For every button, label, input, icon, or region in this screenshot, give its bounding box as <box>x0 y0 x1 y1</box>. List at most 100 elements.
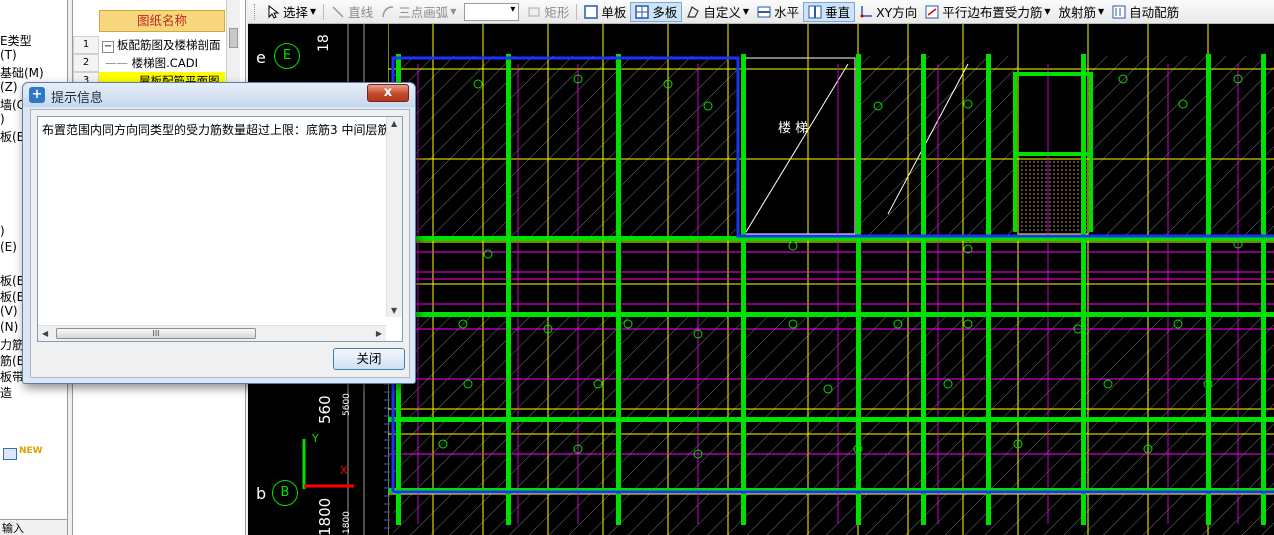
scroll-left-icon[interactable]: ◀ <box>42 329 48 338</box>
rebar-toolbar: 选择▼ 直线 三点画弧▼ 矩形 单板 多板 自定义▼ 水平 垂直 XY方向 平行… <box>248 0 1274 24</box>
toolbar-grip[interactable] <box>254 3 258 20</box>
line-icon <box>331 5 345 19</box>
dialog-titlebar[interactable]: + 提示信息 x <box>23 83 415 107</box>
radial-rebar-label: 放射筋 <box>1058 5 1096 20</box>
beam-green <box>1013 152 1093 156</box>
beam-green <box>616 54 621 525</box>
grid-icon[interactable] <box>3 448 17 460</box>
custom-button[interactable]: 自定义 ▼ <box>682 2 753 22</box>
axis-lower-label: e <box>256 48 266 67</box>
new-badge: NEW <box>19 446 43 456</box>
cursor-icon <box>266 4 280 19</box>
tree-item[interactable]: (E) <box>0 240 17 256</box>
three-point-arc-button[interactable]: 三点画弧 ▼ <box>377 2 460 22</box>
scroll-right-icon[interactable]: ▶ <box>376 329 382 338</box>
input-tab[interactable]: 输入 <box>0 519 67 535</box>
horizontal-scrollbar[interactable]: ◀ III ▶ <box>38 325 386 341</box>
dimension-label: 1800 <box>342 511 352 534</box>
tree-item[interactable]: 造 <box>0 384 12 400</box>
shaft-hatch <box>1017 158 1089 235</box>
tree-item[interactable]: 基础(M) <box>0 64 44 80</box>
message-textarea[interactable]: 布置范围内同方向同类型的受力筋数量超过上限：底筋3 中间层筋 ▲ ▼ ◀ III… <box>37 116 403 342</box>
rectangle-button[interactable]: 矩形 <box>523 2 573 22</box>
slab-hatch <box>1088 56 1274 236</box>
slab-hatch <box>393 494 1274 535</box>
single-slab-button[interactable]: 单板 <box>580 2 630 22</box>
beam-green <box>856 54 861 525</box>
dialog-body: 布置范围内同方向同类型的受力筋数量超过上限：底筋3 中间层筋 ▲ ▼ ◀ III… <box>30 109 410 378</box>
dimension-label: 1800 <box>316 497 334 535</box>
parallel-edge-rebar-button[interactable]: 平行边布置受力筋 ▼ <box>921 2 1054 22</box>
close-button[interactable]: 关闭 <box>333 348 405 370</box>
slab-hatch <box>393 314 1274 494</box>
collapse-icon[interactable]: − <box>102 41 114 53</box>
drawing-name-header[interactable]: 图纸名称 <box>99 10 225 32</box>
parallel-edge-icon <box>925 5 939 19</box>
rectangle-icon <box>527 5 541 19</box>
drawing-name: 板配筋图及楼梯剖面 <box>117 38 221 52</box>
multi-slab-button[interactable]: 多板 <box>630 1 683 22</box>
tree-item[interactable]: (T) <box>0 48 17 64</box>
beam-green <box>388 312 1274 317</box>
line-button[interactable]: 直线 <box>327 2 377 22</box>
tree-item[interactable]: ) <box>0 224 5 240</box>
scroll-thumb[interactable]: III <box>56 328 256 339</box>
tree-item[interactable]: (N) <box>0 320 18 336</box>
dimension-label: 5600 <box>342 393 352 416</box>
beam-green <box>1081 54 1086 525</box>
auto-rebar-icon <box>1112 5 1126 19</box>
ucs-x-label: X <box>340 464 348 477</box>
beam-green <box>1013 72 1017 232</box>
tree-item[interactable]: 板带 <box>0 368 24 384</box>
single-slab-icon <box>584 4 599 19</box>
tree-item[interactable]: E类型 <box>0 32 32 48</box>
tree-item[interactable]: ) <box>0 112 5 128</box>
info-dialog: + 提示信息 x 布置范围内同方向同类型的受力筋数量超过上限：底筋3 中间层筋 … <box>22 82 416 384</box>
beam-green <box>1013 72 1093 76</box>
tree-connector: —— <box>105 56 128 70</box>
toolbar-separator <box>323 3 325 20</box>
scroll-down-icon[interactable]: ▼ <box>391 306 397 315</box>
drawing-row[interactable]: —— 楼梯图.CADI <box>99 54 225 72</box>
info-icon: + <box>29 87 45 103</box>
ucs-y-label: Y <box>312 432 319 445</box>
dimension-label: 560 <box>316 395 334 424</box>
custom-icon <box>686 5 700 19</box>
select-button[interactable]: 选择 ▼ <box>262 2 320 22</box>
vertical-scrollbar[interactable]: ▲ ▼ <box>386 117 402 317</box>
tree-item[interactable]: 力筋 <box>0 336 24 352</box>
horizontal-button[interactable]: 水平 <box>753 2 803 22</box>
drawing-row[interactable]: − 板配筋图及楼梯剖面 <box>99 36 225 54</box>
axis-bubble-b[interactable]: B <box>272 480 298 506</box>
xy-direction-button[interactable]: XY方向 <box>855 2 921 22</box>
xy-direction-icon <box>859 5 873 19</box>
message-text: 布置范围内同方向同类型的受力筋数量超过上限：底筋3 中间层筋 <box>42 123 390 137</box>
beam-green <box>921 54 926 525</box>
beam-green <box>1206 54 1211 525</box>
slab-hatch <box>393 56 738 236</box>
vertical-button[interactable]: 垂直 <box>803 1 856 22</box>
drawing-name: 楼梯图.CADI <box>131 56 198 70</box>
tree-item[interactable]: (Z) <box>0 80 18 96</box>
column-marker <box>788 241 798 251</box>
row-number: 1 <box>73 36 99 54</box>
beam-green <box>388 417 1274 422</box>
beam-green <box>1261 54 1266 525</box>
scroll-up-icon[interactable]: ▲ <box>391 119 397 128</box>
axis-bubble-e[interactable]: E <box>274 43 300 69</box>
horizontal-icon <box>757 5 771 19</box>
row-number: 2 <box>73 54 99 72</box>
auto-rebar-button[interactable]: 自动配筋 <box>1108 2 1183 22</box>
stair-diagonal <box>745 63 849 233</box>
beam-green <box>1089 72 1093 232</box>
column-marker <box>483 249 493 259</box>
dimension-label: 18 <box>316 34 332 52</box>
radial-rebar-button[interactable]: 放射筋 ▼ <box>1054 2 1108 22</box>
close-icon[interactable]: x <box>367 84 409 102</box>
toolbar-separator <box>576 3 578 20</box>
line-style-dropdown[interactable] <box>464 2 520 21</box>
dialog-title: 提示信息 <box>51 91 104 106</box>
scroll-thumb[interactable] <box>229 28 238 48</box>
beam-green <box>506 54 511 525</box>
tree-item[interactable]: (V) <box>0 304 18 320</box>
